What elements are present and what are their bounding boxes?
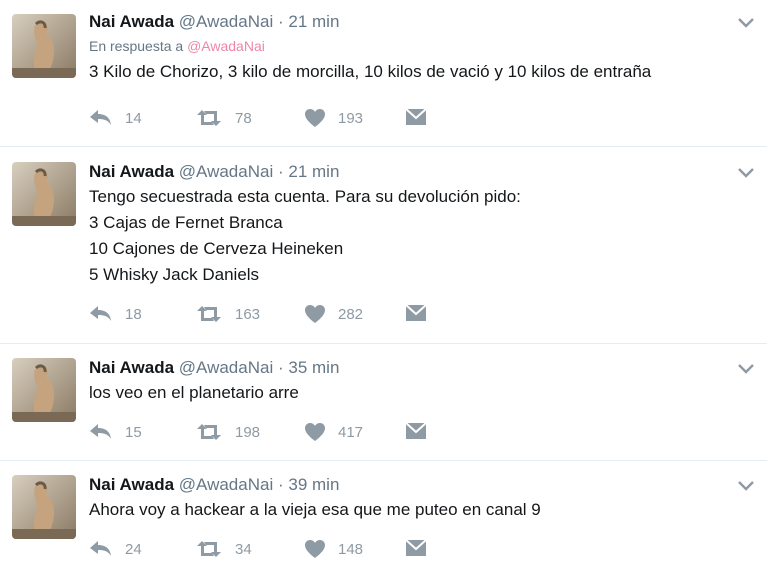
envelope-icon — [405, 108, 427, 125]
like-button[interactable]: 417 — [304, 422, 363, 442]
avatar[interactable] — [12, 162, 76, 226]
tweet-text: los veo en el planetario arre — [89, 380, 727, 406]
separator-dot: · — [277, 358, 284, 377]
author-handle[interactable]: @AwadaNai — [179, 162, 273, 181]
retweet-button[interactable]: 198 — [195, 422, 260, 442]
direct-message-button[interactable] — [405, 539, 427, 557]
retweet-count: 163 — [235, 305, 261, 323]
tweet-header: Nai Awada @AwadaNai · 21 min — [89, 162, 727, 182]
timestamp[interactable]: 35 min — [288, 358, 339, 377]
tweet[interactable]: Nai Awada @AwadaNai · 39 min Ahora voy a… — [0, 461, 767, 578]
heart-icon — [305, 109, 325, 127]
tweet-text-line: Ahora voy a hackear a la vieja esa que m… — [89, 500, 541, 519]
like-button[interactable]: 282 — [304, 304, 363, 324]
direct-message-button[interactable] — [405, 422, 427, 440]
avatar[interactable] — [12, 14, 76, 78]
separator-dot: · — [277, 475, 284, 494]
author-handle[interactable]: @AwadaNai — [179, 12, 273, 31]
reply-count: 18 — [125, 305, 142, 323]
tweet-header: Nai Awada @AwadaNai · 21 min — [89, 12, 727, 32]
tweet-header: Nai Awada @AwadaNai · 35 min — [89, 358, 727, 378]
heart-icon — [305, 423, 325, 441]
retweet-icon — [197, 306, 221, 322]
author-name[interactable]: Nai Awada — [89, 162, 174, 181]
reply-icon — [90, 110, 111, 125]
chevron-down-icon[interactable] — [737, 17, 755, 29]
author-name[interactable]: Nai Awada — [89, 12, 174, 31]
reply-mention-link[interactable]: @AwadaNai — [187, 38, 265, 54]
author-name[interactable]: Nai Awada — [89, 475, 174, 494]
tweet[interactable]: Nai Awada @AwadaNai · 21 min En respuest… — [0, 0, 767, 147]
avatar[interactable] — [12, 475, 76, 539]
tweet-text: Tengo secuestrada esta cuenta. Para su d… — [89, 184, 727, 288]
retweet-count: 198 — [235, 423, 261, 441]
chevron-down-icon[interactable] — [737, 480, 755, 492]
retweet-icon — [197, 424, 221, 440]
reply-prefix: En respuesta a — [89, 38, 184, 54]
timestamp[interactable]: 21 min — [288, 12, 339, 31]
tweet-text-line: Tengo secuestrada esta cuenta. Para su d… — [89, 187, 521, 206]
tweet[interactable]: Nai Awada @AwadaNai · 35 min los veo en … — [0, 344, 767, 461]
reply-icon — [90, 541, 111, 556]
reply-context: En respuesta a @AwadaNai — [89, 37, 727, 55]
like-button[interactable]: 193 — [304, 108, 363, 128]
separator-dot: · — [277, 162, 284, 181]
retweet-button[interactable]: 78 — [195, 108, 252, 128]
tweet-text-line: 10 Cajones de Cerveza Heineken — [89, 239, 344, 258]
reply-button[interactable]: 15 — [89, 422, 142, 442]
timestamp[interactable]: 21 min — [288, 162, 339, 181]
chevron-down-icon[interactable] — [737, 363, 755, 375]
author-name[interactable]: Nai Awada — [89, 358, 174, 377]
envelope-icon — [405, 422, 427, 439]
separator-dot: · — [277, 12, 284, 31]
envelope-icon — [405, 539, 427, 556]
tweet-text-line: 5 Whisky Jack Daniels — [89, 265, 260, 284]
retweet-button[interactable]: 163 — [195, 304, 260, 324]
retweet-count: 34 — [235, 540, 252, 558]
like-count: 148 — [338, 540, 364, 558]
retweet-icon — [197, 541, 221, 557]
author-handle[interactable]: @AwadaNai — [179, 358, 273, 377]
author-handle[interactable]: @AwadaNai — [179, 475, 273, 494]
reply-icon — [90, 306, 111, 321]
reply-button[interactable]: 24 — [89, 539, 142, 559]
direct-message-button[interactable] — [405, 304, 427, 322]
reply-button[interactable]: 18 — [89, 304, 142, 324]
chevron-down-icon[interactable] — [737, 167, 755, 179]
retweet-icon — [197, 110, 221, 126]
tweet-header: Nai Awada @AwadaNai · 39 min — [89, 475, 727, 495]
envelope-icon — [405, 304, 427, 321]
like-count: 282 — [338, 305, 364, 323]
tweet-text-line: 3 Kilo de Chorizo, 3 kilo de morcilla, 1… — [89, 62, 652, 81]
tweet-text: 3 Kilo de Chorizo, 3 kilo de morcilla, 1… — [89, 59, 727, 85]
direct-message-button[interactable] — [405, 108, 427, 126]
tweet-text: Ahora voy a hackear a la vieja esa que m… — [89, 497, 727, 523]
heart-icon — [305, 540, 325, 558]
like-button[interactable]: 148 — [304, 539, 363, 559]
reply-count: 15 — [125, 423, 142, 441]
like-count: 193 — [338, 109, 364, 127]
like-count: 417 — [338, 423, 364, 441]
tweet-text-line: los veo en el planetario arre — [89, 383, 299, 402]
avatar[interactable] — [12, 358, 76, 422]
reply-count: 14 — [125, 109, 142, 127]
retweet-button[interactable]: 34 — [195, 539, 252, 559]
timestamp[interactable]: 39 min — [288, 475, 339, 494]
tweet[interactable]: Nai Awada @AwadaNai · 21 min Tengo secue… — [0, 147, 767, 344]
reply-button[interactable]: 14 — [89, 108, 142, 128]
reply-icon — [90, 424, 111, 439]
reply-count: 24 — [125, 540, 142, 558]
tweet-text-line: 3 Cajas de Fernet Branca — [89, 213, 283, 232]
heart-icon — [305, 305, 325, 323]
retweet-count: 78 — [235, 109, 252, 127]
